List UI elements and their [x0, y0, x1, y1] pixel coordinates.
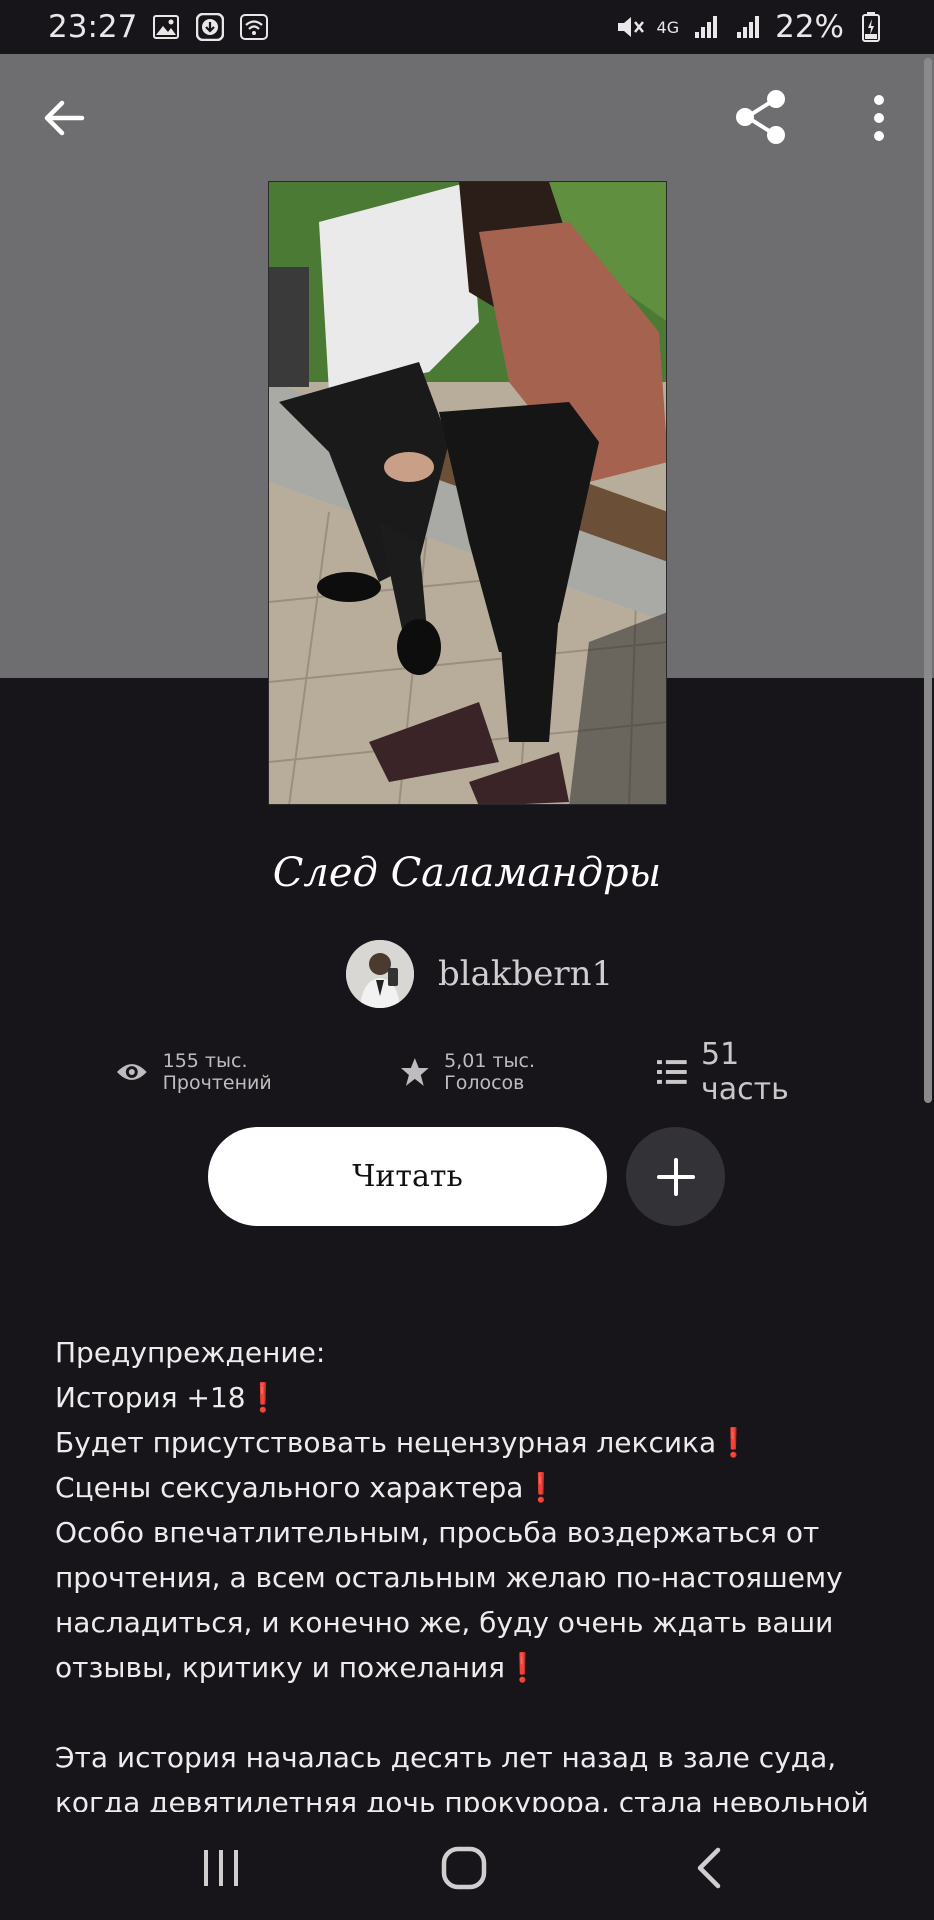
story-description: Предупреждение: История +18❗ Будет прису… — [55, 1330, 885, 1812]
image-icon — [151, 12, 181, 42]
exclamation-icon: ❗ — [505, 1651, 540, 1684]
cover-photo — [269, 182, 666, 804]
author-name[interactable]: blakbern1 — [438, 954, 613, 994]
arrow-left-icon — [44, 100, 85, 136]
story-cover-image[interactable] — [268, 181, 667, 805]
description-line: Сцены сексуального характера❗ — [55, 1471, 559, 1504]
share-button[interactable] — [730, 86, 792, 148]
votes-stat: 5,01 тыс. Голосов — [400, 1050, 619, 1094]
description-line: отзывы, критику и пожелания❗ — [55, 1651, 540, 1684]
battery-charging-icon — [856, 12, 886, 42]
exclamation-icon: ❗ — [716, 1426, 751, 1459]
description-line: насладиться, и конечно же, буду очень жд… — [55, 1606, 834, 1639]
author-link[interactable]: blakbern1 — [346, 940, 613, 1008]
home-button[interactable] — [440, 1844, 488, 1892]
status-time: 23:27 — [48, 9, 138, 45]
wifi-icon — [239, 12, 269, 42]
recent-apps-icon — [204, 1850, 238, 1886]
signal-icon — [691, 12, 721, 42]
home-icon — [441, 1846, 487, 1890]
description-line: Предупреждение: — [55, 1336, 326, 1369]
list-icon — [657, 1060, 688, 1084]
story-stats: 155 тыс. Прочтений 5,01 тыс. Голосов 51 … — [115, 1037, 835, 1107]
read-button-label: Читать — [352, 1159, 463, 1194]
download-icon — [195, 12, 225, 42]
more-options-button[interactable] — [862, 90, 896, 146]
votes-count: 5,01 тыс. Голосов — [444, 1050, 536, 1094]
exclamation-icon: ❗ — [245, 1381, 281, 1414]
description-line: когда девятилетняя дочь прокурора, стала… — [55, 1786, 869, 1812]
plus-icon — [656, 1157, 695, 1196]
author-avatar[interactable] — [346, 940, 414, 1008]
more-vertical-icon — [874, 95, 884, 141]
back-icon — [697, 1847, 721, 1889]
back-button[interactable] — [38, 92, 90, 144]
description-line: Будет присутствовать нецензурная лексика… — [55, 1426, 751, 1459]
parts-count: 51 часть — [701, 1037, 789, 1107]
status-bar: 23:27 4G 22% — [0, 0, 934, 54]
mute-icon — [615, 12, 645, 42]
share-icon — [736, 90, 785, 144]
eye-icon — [116, 1064, 147, 1080]
read-button[interactable]: Читать — [208, 1127, 607, 1226]
parts-stat[interactable]: 51 часть — [657, 1037, 835, 1107]
story-title: След Саламандры — [272, 850, 662, 896]
description-line: Эта история началась десять лет назад в … — [55, 1741, 837, 1774]
reads-stat: 155 тыс. Прочтений — [115, 1050, 360, 1094]
star-icon — [401, 1058, 430, 1086]
description-line: Особо впечатлительным, просьба воздержат… — [55, 1516, 820, 1549]
network-type: 4G — [656, 17, 680, 37]
system-back-button[interactable] — [688, 1844, 728, 1892]
description-line: прочтения, а всем остальным желаю по-нас… — [55, 1561, 843, 1594]
reads-count: 155 тыс. Прочтений — [162, 1050, 272, 1094]
avatar-photo — [346, 940, 414, 1008]
story-details-screen: 23:27 4G 22% След Саламандры blakbern1 1… — [0, 0, 934, 1920]
recent-apps-button[interactable] — [192, 1846, 250, 1890]
scrollbar[interactable] — [924, 58, 932, 1103]
description-line: История +18❗ — [55, 1381, 281, 1414]
add-to-library-button[interactable] — [626, 1127, 725, 1226]
exclamation-icon: ❗ — [523, 1471, 559, 1504]
battery-percent: 22% — [775, 9, 844, 45]
signal-icon — [733, 12, 763, 42]
